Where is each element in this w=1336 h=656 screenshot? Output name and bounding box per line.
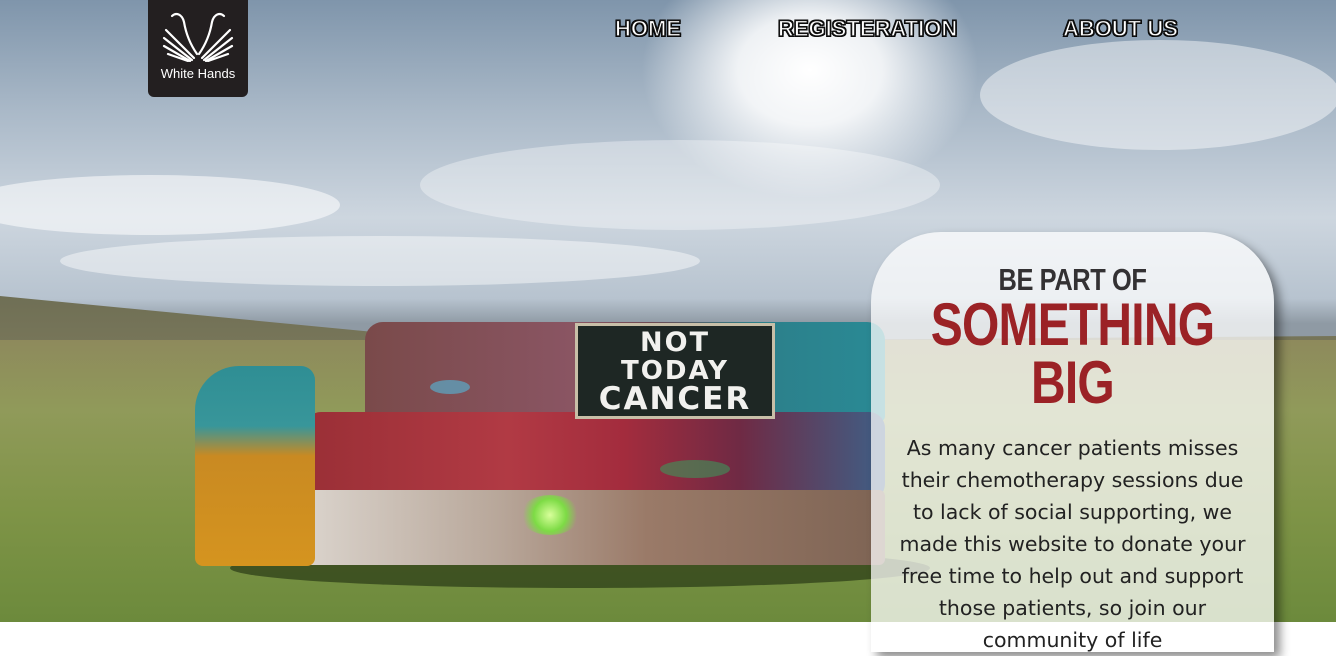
cloud [420, 140, 940, 230]
card-title: SOMETHING BIG [930, 291, 1215, 416]
logo-text: White Hands [160, 66, 236, 81]
nav-about-us-link[interactable]: ABOUT US [1062, 15, 1178, 42]
nav-home-link[interactable]: HOME [614, 15, 681, 42]
sign-line-3: CANCER [598, 381, 752, 417]
cloud [980, 40, 1336, 150]
couch-armrest [195, 366, 315, 566]
not-today-cancer-sign: NOT TODAY CANCER [575, 323, 775, 419]
cloud [0, 175, 340, 235]
hero-info-card: BE PART OF SOMETHING BIG As many cancer … [871, 232, 1274, 652]
couch-base [290, 490, 885, 565]
couch-seat [305, 412, 885, 500]
cloud [60, 236, 700, 286]
paint-splatter [660, 460, 730, 478]
card-kicker: BE PART OF [998, 262, 1147, 297]
sign-line-1: NOT [640, 327, 710, 358]
paint-splatter [520, 495, 580, 535]
card-description: As many cancer patients misses their che… [899, 436, 1246, 652]
nav-registration-link[interactable]: REGISTERATION [777, 15, 957, 42]
main-navigation: HOME REGISTERATION ABOUT US [0, 15, 1336, 46]
paint-splatter [430, 380, 470, 394]
site-logo[interactable]: White Hands [148, 0, 248, 97]
